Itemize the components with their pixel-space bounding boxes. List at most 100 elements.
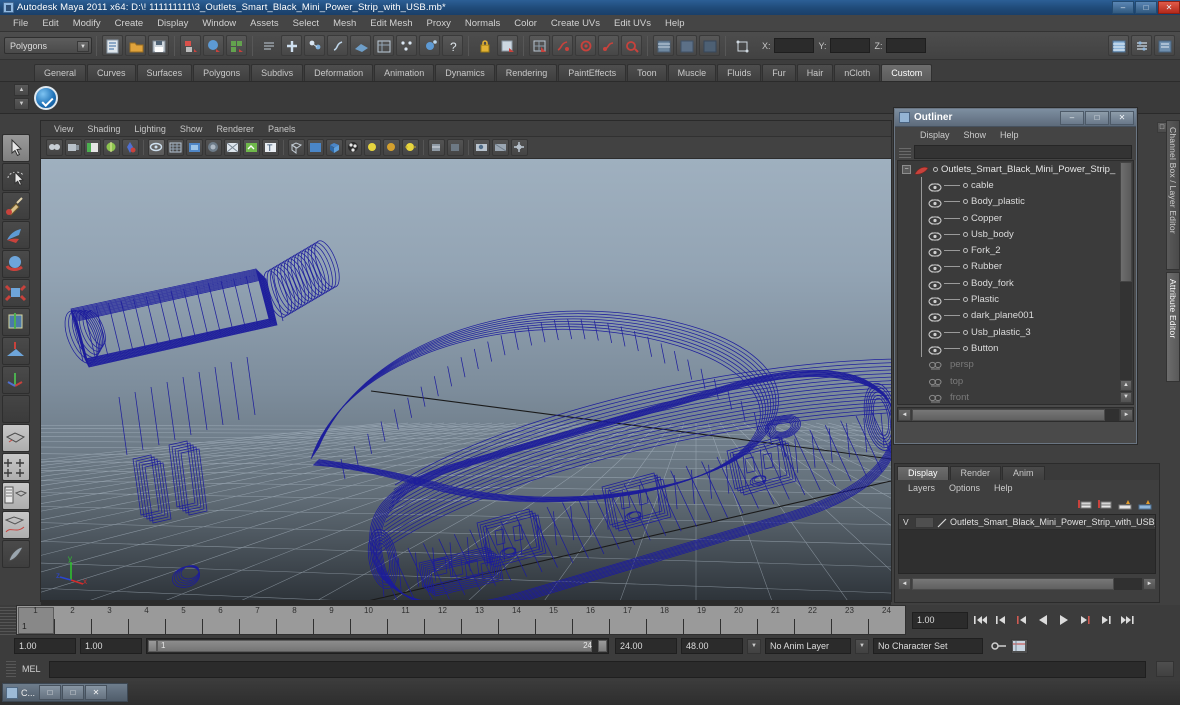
shelf-scroll-up-button[interactable]: ▲	[14, 84, 29, 96]
menu-item-create[interactable]: Create	[108, 16, 151, 31]
step-back-keyframe-icon[interactable]	[991, 611, 1010, 630]
two-sided-lighting-icon[interactable]	[103, 139, 120, 156]
outliner-row[interactable]: Body_fork	[898, 275, 1133, 291]
menu-item-mesh[interactable]: Mesh	[326, 16, 363, 31]
command-language-label[interactable]: MEL	[22, 664, 41, 674]
select-by-component-type-icon[interactable]	[327, 35, 348, 56]
sidebar-tool-settings-icon[interactable]	[699, 35, 720, 56]
outliner-minimize-button[interactable]: –	[1060, 110, 1084, 125]
new-layer-from-selected-icon[interactable]	[1097, 498, 1113, 512]
select-by-hierarchy-icon[interactable]	[281, 35, 302, 56]
menu-set-selector[interactable]: Polygons ▼	[4, 37, 92, 54]
range-start-field[interactable]: 1.00	[80, 638, 142, 654]
gamma-icon[interactable]	[447, 139, 464, 156]
step-forward-frame-icon[interactable]	[1075, 611, 1094, 630]
snap-to-view-plane-icon[interactable]	[419, 35, 440, 56]
show-channelbox-icon[interactable]	[1108, 35, 1129, 56]
sidebar-attribute-icon[interactable]	[676, 35, 697, 56]
lights-icon[interactable]	[364, 139, 381, 156]
layer-up-icon[interactable]	[1117, 498, 1133, 512]
hypershade-icon[interactable]	[598, 35, 619, 56]
light-shading-icon[interactable]	[122, 139, 139, 156]
menu-item-create-uvs[interactable]: Create UVs	[544, 16, 607, 31]
outliner-row[interactable]: − Outlets_Smart_Black_Mini_Power_Strip_	[898, 161, 1133, 177]
layer-display-type-toggle[interactable]	[914, 516, 934, 528]
animation-start-field[interactable]: 1.00	[14, 638, 76, 654]
range-end-field[interactable]: 24.00	[615, 638, 677, 654]
lasso-select-tool[interactable]	[2, 163, 30, 191]
menu-item-color[interactable]: Color	[507, 16, 544, 31]
minimized-window-bar[interactable]: C... □ □ ✕	[2, 683, 128, 702]
shelf-tab-toon[interactable]: Toon	[627, 64, 667, 81]
blue-checkmark-icon[interactable]	[34, 85, 58, 110]
command-line-input[interactable]	[48, 660, 1146, 678]
menu-item-select[interactable]: Select	[286, 16, 326, 31]
film-gate-icon[interactable]	[345, 139, 362, 156]
shadows-icon[interactable]	[383, 139, 400, 156]
range-slider-bar[interactable]: 1 24	[146, 638, 609, 654]
viewport-menu-show[interactable]: Show	[173, 124, 210, 134]
layer-hscroll-right-arrow[interactable]: ►	[1143, 578, 1156, 590]
outliner-row[interactable]: Usb_body	[898, 226, 1133, 242]
universal-manipulator-tool[interactable]	[2, 308, 30, 336]
current-time-field[interactable]: 1.00	[912, 611, 968, 629]
xray-icon[interactable]	[224, 139, 241, 156]
perspective-viewport[interactable]: y x z persp	[41, 159, 891, 600]
minimized-restore-button[interactable]: □	[39, 685, 62, 700]
outliner-row[interactable]: Usb_plastic_3	[898, 324, 1133, 340]
chevron-down-icon[interactable]: ▼	[77, 41, 89, 52]
layer-editor-menu-options[interactable]: Options	[942, 483, 987, 493]
menu-item-display[interactable]: Display	[150, 16, 195, 31]
outliner-row[interactable]: Plastic	[898, 291, 1133, 307]
transform-mode-icon[interactable]	[731, 35, 752, 56]
layer-editor-horizontal-scrollbar[interactable]: ◄ ►	[898, 577, 1156, 591]
go-to-end-icon[interactable]	[1117, 611, 1136, 630]
menu-item-file[interactable]: File	[6, 16, 35, 31]
range-slider-inner[interactable]	[157, 640, 592, 652]
shelf-tab-dynamics[interactable]: Dynamics	[435, 64, 495, 81]
rebuild-icon[interactable]	[226, 35, 247, 56]
close-button[interactable]: ✕	[1158, 1, 1180, 14]
shelf-tab-muscle[interactable]: Muscle	[667, 64, 717, 81]
shelf-tab-polygons[interactable]: Polygons	[193, 64, 251, 81]
outliner-menu-show[interactable]: Show	[957, 130, 994, 140]
layout-single-perspective[interactable]	[2, 424, 30, 452]
lock-icon[interactable]	[474, 35, 495, 56]
shelf-tab-deformation[interactable]: Deformation	[304, 64, 374, 81]
outliner-search-input[interactable]	[914, 144, 1132, 159]
menu-item-window[interactable]: Window	[195, 16, 243, 31]
step-back-frame-icon[interactable]	[1012, 611, 1031, 630]
smooth-shade-all-icon[interactable]	[167, 139, 184, 156]
shelf-tab-curves[interactable]: Curves	[87, 64, 136, 81]
outliner-menu-help[interactable]: Help	[993, 130, 1026, 140]
shelf-tab-custom[interactable]: Custom	[881, 64, 933, 81]
snap-to-curve-icon[interactable]	[373, 35, 394, 56]
select-by-object-type-icon[interactable]	[304, 35, 325, 56]
range-slider-right-handle[interactable]	[598, 640, 607, 652]
layer-hscroll-thumb[interactable]	[912, 578, 1115, 590]
play-backwards-icon[interactable]	[1033, 611, 1052, 630]
character-set-field[interactable]: No Character Set	[873, 638, 983, 654]
input-connections-icon[interactable]	[497, 35, 518, 56]
z-input[interactable]	[885, 38, 926, 53]
outliner-row[interactable]: Rubber	[898, 259, 1133, 275]
texture-display-icon[interactable]: T	[262, 139, 279, 156]
minimize-button[interactable]: –	[1112, 1, 1134, 14]
snap-to-grid-icon[interactable]	[350, 35, 371, 56]
snapshot-icon[interactable]	[473, 139, 490, 156]
shaded-textured-icon[interactable]	[186, 139, 203, 156]
show-tool-settings-icon[interactable]	[1154, 35, 1175, 56]
outliner-hscroll-left-arrow[interactable]: ◄	[898, 408, 911, 421]
shelf-tab-painteffects[interactable]: PaintEffects	[558, 64, 627, 81]
shelf-tab-subdivs[interactable]: Subdivs	[251, 64, 304, 81]
x-input[interactable]	[773, 38, 814, 53]
layer-editor-menu-help[interactable]: Help	[987, 483, 1020, 493]
outliner-maximize-button[interactable]: □	[1085, 110, 1109, 125]
outliner-row[interactable]: cable	[898, 177, 1133, 193]
camera-attributes-icon[interactable]	[65, 139, 82, 156]
render-region-icon[interactable]	[511, 139, 528, 156]
show-manipulator-tool[interactable]	[2, 366, 30, 394]
select-tool[interactable]	[2, 134, 30, 162]
animation-end-field[interactable]: 48.00	[681, 638, 743, 654]
menu-item-modify[interactable]: Modify	[66, 16, 108, 31]
